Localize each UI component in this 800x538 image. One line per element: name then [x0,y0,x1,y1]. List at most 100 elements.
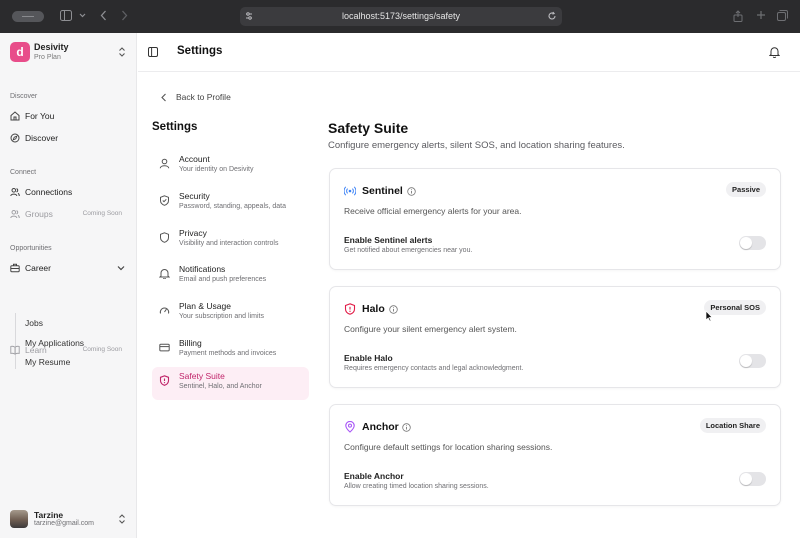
sidebar-item-label: For You [25,111,55,121]
bell-icon[interactable] [769,46,780,58]
mouse-cursor-icon [705,310,713,322]
card-description: Receive official emergency alerts for yo… [344,206,522,216]
settings-item-security[interactable]: Security Password, standing, appeals, da… [152,187,309,220]
toggle-knob [740,355,752,367]
page-header: Settings [138,33,800,72]
page-title: Settings [177,45,223,57]
settings-item-desc: Visibility and interaction controls [179,240,279,247]
settings-item-title: Account [179,154,210,164]
settings-item-billing[interactable]: Billing Payment methods and invoices [152,334,309,367]
status-badge: Location Share [699,418,766,433]
user-email: tarzine@gmail.com [34,520,95,527]
card-description: Configure default settings for location … [344,442,553,452]
toggle-help: Get notified about emergencies near you. [344,247,473,254]
back-arrow-icon[interactable] [100,10,107,24]
compass-icon [10,133,20,143]
anchor-card: Anchor Location Share Configure default … [329,404,781,506]
sentinel-card: Sentinel Passive Receive official emerge… [329,168,781,270]
settings-item-desc: Email and push preferences [179,276,267,283]
sidebar-subitem-label: Jobs [25,318,43,328]
section-label-opportunities: Opportunities [10,245,52,252]
credit-card-icon [159,343,170,352]
shield-alert-icon [159,375,170,386]
user-name[interactable]: Tarzine [34,510,63,520]
settings-item-desc: Sentinel, Halo, and Anchor [179,383,262,390]
browser-toolbar: localhost:5173/settings/safety [0,0,800,33]
avatar[interactable] [10,510,28,528]
settings-item-title: Privacy [179,228,207,238]
users-icon [10,210,20,219]
brand-logo[interactable]: d [10,42,30,62]
info-icon[interactable] [402,423,411,432]
halo-toggle[interactable] [739,354,766,368]
user-icon [159,158,170,169]
shield-check-icon [160,195,169,206]
sidebar-item-discover[interactable]: Discover [6,129,130,147]
info-icon[interactable] [407,187,416,196]
chevron-down-icon[interactable] [117,265,125,271]
share-icon[interactable] [733,10,743,25]
settings-item-title: Notifications [179,264,226,274]
card-title: Halo [362,303,385,315]
settings-item-plan-usage[interactable]: Plan & Usage Your subscription and limit… [152,297,309,330]
halo-card: Halo Personal SOS Configure your silent … [329,286,781,388]
coming-soon-badge: Coming Soon [82,210,122,217]
settings-item-desc: Payment methods and invoices [179,350,277,357]
coming-soon-badge: Coming Soon [82,346,122,353]
sidebar-item-for-you[interactable]: For You [6,107,130,125]
sidebar-item-label: Groups [25,209,53,219]
settings-nav-heading: Settings [152,121,198,133]
info-icon[interactable] [389,305,398,314]
bell-icon [159,269,170,279]
address-bar[interactable]: localhost:5173/settings/safety [240,7,562,26]
reload-icon[interactable] [547,11,557,21]
settings-item-notifications[interactable]: Notifications Email and push preferences [152,260,309,293]
account-menu-icon[interactable] [118,514,126,524]
url-text: localhost:5173/settings/safety [341,11,461,21]
chevron-left-icon [161,93,166,102]
section-label-connect: Connect [10,169,37,176]
settings-item-desc: Password, standing, appeals, data [179,203,287,210]
toggle-knob [740,473,752,485]
toggle-label: Enable Anchor [344,471,404,481]
sentinel-toggle[interactable] [739,236,766,250]
window-controls[interactable] [12,11,44,22]
status-badge: Personal SOS [704,300,766,315]
settings-item-privacy[interactable]: Privacy Visibility and interaction contr… [152,224,309,257]
chevron-down-icon[interactable] [79,10,86,24]
settings-item-account[interactable]: Account Your identity on Desivity [152,150,309,183]
forward-arrow-icon[interactable] [121,10,128,24]
sidebar-item-label: Career [25,263,51,273]
sidebar-item-label: Connections [25,187,73,197]
settings-item-desc: Your subscription and limits [179,313,264,320]
brand-plan: Pro Plan [34,54,61,61]
sidebar-toggle-icon[interactable] [148,47,158,57]
sidebar-toggle-icon[interactable] [60,10,72,24]
shield-alert-icon [344,303,356,315]
briefcase-icon [10,263,20,273]
toggle-label: Enable Halo [344,353,393,363]
toggle-help: Requires emergency contacts and legal ac… [344,365,524,372]
sidebar-item-connections[interactable]: Connections [6,183,130,201]
sidebar-subitem-jobs[interactable]: Jobs [25,313,43,329]
new-tab-icon[interactable] [756,10,766,23]
sidebar-item-learn[interactable]: Learn Coming Soon [6,341,130,359]
sidebar-item-career[interactable]: Career [6,259,130,277]
sidebar-item-groups[interactable]: Groups Coming Soon [6,205,130,223]
home-icon [10,111,20,121]
book-icon [10,345,20,355]
settings-item-safety-suite[interactable]: Safety Suite Sentinel, Halo, and Anchor [152,367,309,400]
settings-item-desc: Your identity on Desivity [179,166,254,173]
sidebar-item-label: Learn [25,345,47,355]
tabs-overview-icon[interactable] [777,10,788,24]
workspace-switcher-icon[interactable] [118,47,126,57]
app-sidebar: d Desivity Pro Plan Discover For You Dis… [0,33,137,538]
brand-name[interactable]: Desivity [34,42,69,52]
sidebar-item-label: Discover [25,133,59,143]
anchor-toggle[interactable] [739,472,766,486]
section-description: Configure emergency alerts, silent SOS, … [328,140,625,151]
card-title: Sentinel [362,185,403,197]
back-to-profile-label: Back to Profile [176,92,231,102]
card-description: Configure your silent emergency alert sy… [344,324,517,334]
settings-item-title: Plan & Usage [179,301,231,311]
